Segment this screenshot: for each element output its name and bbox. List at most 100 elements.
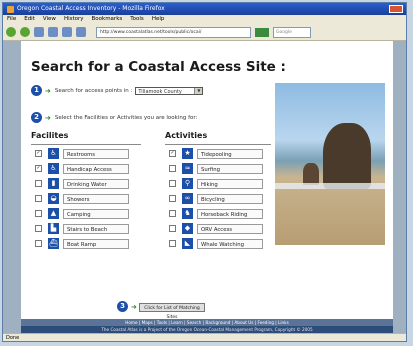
activity-checkbox[interactable] — [169, 195, 176, 202]
wheelchair-icon: ♿ — [48, 163, 59, 174]
menu-edit[interactable]: Edit — [24, 15, 35, 24]
facility-label: Camping — [63, 208, 129, 219]
back-icon[interactable] — [6, 27, 16, 37]
activity-checkbox[interactable]: ✓ — [169, 150, 176, 157]
activity-label: Tidepooling — [197, 148, 263, 159]
footer-nav[interactable]: Home | Maps | Tools | Learn | Search | B… — [21, 319, 393, 326]
activity-label: Hiking — [197, 178, 263, 189]
activity-row[interactable]: ≈ Surfing — [169, 162, 263, 175]
activity-label: Whale Watching — [197, 238, 263, 249]
step-2-number: 2 — [31, 112, 42, 123]
activity-checkbox[interactable] — [169, 225, 176, 232]
facility-checkbox[interactable] — [35, 195, 42, 202]
facility-checkbox[interactable]: ✓ — [35, 150, 42, 157]
facility-label: Stairs to Beach — [63, 223, 129, 234]
menu-history[interactable]: History — [64, 15, 84, 24]
arrow-icon: ➜ — [45, 113, 51, 122]
close-button[interactable] — [389, 5, 403, 13]
facility-label: Showers — [63, 193, 129, 204]
divider — [31, 144, 141, 145]
footer-note: The Coastal Atlas is a Project of the Or… — [21, 326, 393, 333]
stairs-icon: ▙ — [48, 223, 59, 234]
menu-view[interactable]: View — [43, 15, 56, 24]
county-select[interactable]: Tillamook County ▼ — [135, 86, 204, 95]
step-1-number: 1 — [31, 85, 42, 96]
nav-toolbar: http://www.coastalatlas.net/tools/public… — [3, 24, 406, 41]
facility-row[interactable]: ✓ ♿ Restrooms — [35, 147, 129, 160]
facility-row[interactable]: ◒ Showers — [35, 192, 129, 205]
tent-icon: ▲ — [48, 208, 59, 219]
orv-icon: ◆ — [182, 223, 193, 234]
activity-row[interactable]: ◣ Whale Watching — [169, 237, 263, 250]
chevron-down-icon: ▼ — [194, 87, 203, 94]
activity-label: ORV Access — [197, 223, 263, 234]
facility-checkbox[interactable] — [35, 210, 42, 217]
firefox-icon — [7, 5, 14, 13]
menu-bookmarks[interactable]: Bookmarks — [92, 15, 123, 24]
facility-label: Restrooms — [63, 148, 129, 159]
step-3: 3 ➜ — [117, 301, 141, 312]
horse-icon: ♞ — [182, 208, 193, 219]
print-icon[interactable] — [76, 27, 86, 37]
hiking-icon: ⚲ — [182, 178, 193, 189]
activity-row[interactable]: ✓ ★ Tidepooling — [169, 147, 263, 160]
activity-checkbox[interactable] — [169, 240, 176, 247]
go-button[interactable] — [255, 27, 269, 37]
starfish-icon: ★ — [182, 148, 193, 159]
whale-icon: ◣ — [182, 238, 193, 249]
facility-row[interactable]: ▙ Stairs to Beach — [35, 222, 129, 235]
activity-row[interactable]: ◆ ORV Access — [169, 222, 263, 235]
home-icon[interactable] — [62, 27, 72, 37]
activity-checkbox[interactable] — [169, 210, 176, 217]
submit-button[interactable]: Click for List of Matching Sites — [139, 303, 205, 320]
facility-checkbox[interactable] — [35, 180, 42, 187]
search-input[interactable]: Google — [273, 26, 311, 38]
facility-label: Drinking Water — [63, 178, 129, 189]
haystack-rock — [323, 123, 371, 189]
activity-label: Bicycling — [197, 193, 263, 204]
small-rock — [303, 163, 319, 185]
address-bar[interactable]: http://www.coastalatlas.net/tools/public… — [96, 26, 251, 38]
reload-icon[interactable] — [34, 27, 44, 37]
activity-checkbox[interactable] — [169, 180, 176, 187]
facility-checkbox[interactable] — [35, 240, 42, 247]
menu-tools[interactable]: Tools — [130, 15, 144, 24]
shower-icon: ◒ — [48, 193, 59, 204]
step-3-number: 3 — [117, 301, 128, 312]
step-2-label: Select the Facilities or Activities you … — [54, 114, 198, 121]
surf-line — [275, 183, 385, 189]
surfing-icon: ≈ — [182, 163, 193, 174]
facility-checkbox[interactable] — [35, 225, 42, 232]
browser-window: Oregon Coastal Access Inventory - Mozill… — [2, 2, 407, 342]
facility-checkbox[interactable]: ✓ — [35, 165, 42, 172]
coast-photo — [275, 83, 385, 245]
arrow-icon: ➜ — [131, 302, 137, 311]
restroom-icon: ♿ — [48, 148, 59, 159]
boat-icon: ⛴ — [48, 238, 59, 249]
activity-row[interactable]: ⚲ Hiking — [169, 177, 263, 190]
window-title: Oregon Coastal Access Inventory - Mozill… — [17, 5, 165, 12]
facilities-header: Facilites — [31, 131, 69, 140]
web-page: Search for a Coastal Access Site : 1 ➜ S… — [21, 41, 393, 333]
menu-file[interactable]: File — [7, 15, 16, 24]
activity-checkbox[interactable] — [169, 165, 176, 172]
step-2: 2 ➜ Select the Facilities or Activities … — [31, 112, 197, 123]
status-bar: Done — [3, 333, 406, 341]
activity-label: Surfing — [197, 163, 263, 174]
forward-icon[interactable] — [20, 27, 30, 37]
activities-header: Activities — [165, 131, 208, 140]
menu-help[interactable]: Help — [152, 15, 165, 24]
activity-row[interactable]: ♞ Horseback Riding — [169, 207, 263, 220]
county-select-value: Tillamook County — [138, 88, 182, 95]
stop-icon[interactable] — [48, 27, 58, 37]
facility-row[interactable]: ✓ ♿ Handicap Access — [35, 162, 129, 175]
arrow-icon: ➜ — [45, 86, 51, 95]
step-1: 1 ➜ Search for access points in : Tillam… — [31, 85, 204, 96]
water-icon: ▮ — [48, 178, 59, 189]
facility-row[interactable]: ▲ Camping — [35, 207, 129, 220]
activity-label: Horseback Riding — [197, 208, 263, 219]
facility-row[interactable]: ⛴ Boat Ramp — [35, 237, 129, 250]
facility-label: Boat Ramp — [63, 238, 129, 249]
facility-row[interactable]: ▮ Drinking Water — [35, 177, 129, 190]
activity-row[interactable]: ∞ Bicycling — [169, 192, 263, 205]
